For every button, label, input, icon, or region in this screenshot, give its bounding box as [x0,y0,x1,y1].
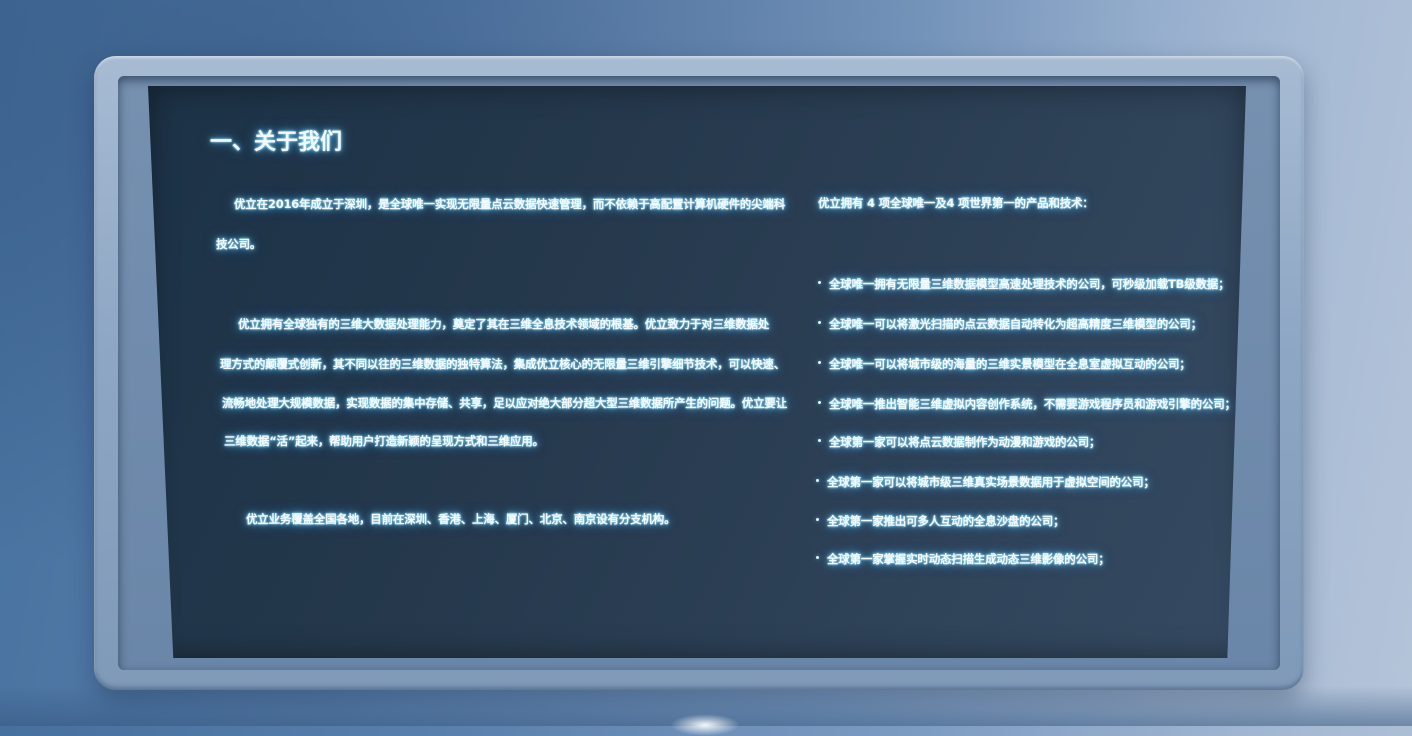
bullet-item: 全球唯一推出智能三维虚拟内容创作系统，不需要游戏程序员和游戏引擎的公司； [818,396,1236,412]
display-screen [148,86,1246,658]
bullet-dot-icon [816,556,819,559]
bullet-item: 全球第一家可以将点云数据制作为动漫和游戏的公司； [818,434,1100,450]
bullet-dot-icon [816,479,819,482]
bullet-text: 全球第一家掌握实时动态扫描生成动态三维影像的公司； [827,552,1110,566]
left-text-line-1: 优立在2016年成立于深圳，是全球唯一实现无限量点云数据快速管理，而不依赖于高配… [234,197,786,211]
left-text-line-5: 流畅地处理大规模数据，实现数据的集中存储、共享，足以应对绝大部分超大型三维数据所… [222,396,787,410]
bullet-dot-icon [818,321,821,324]
left-text-line-3: 优立拥有全球独有的三维大数据处理能力，奠定了其在三维全息技术领域的根基。优立致力… [238,317,770,331]
left-text-line-6: 三维数据“活”起来，帮助用户打造新颖的呈现方式和三维应用。 [224,434,544,448]
bullet-text: 全球唯一可以将激光扫描的点云数据自动转化为超高精度三维模型的公司； [829,317,1202,331]
bullet-item: 全球唯一拥有无限量三维数据模型高速处理技术的公司，可秒级加载TB级数据； [818,276,1230,292]
bullet-item: 全球第一家可以将城市级三维真实场景数据用于虚拟空间的公司； [816,474,1155,490]
bullet-item: 全球第一家掌握实时动态扫描生成动态三维影像的公司； [816,551,1110,567]
bullet-dot-icon [818,439,821,442]
bullet-text: 全球第一家可以将点云数据制作为动漫和游戏的公司； [829,435,1101,449]
bullet-text: 全球唯一拥有无限量三维数据模型高速处理技术的公司，可秒级加载TB级数据； [829,277,1230,291]
bullet-dot-icon [818,401,821,404]
bullet-item: 全球唯一可以将激光扫描的点云数据自动转化为超高精度三维模型的公司； [818,316,1202,332]
bullet-item: 全球唯一可以将城市级的海量的三维实景模型在全息室虚拟互动的公司； [818,356,1191,372]
left-text-line-4: 理方式的颠覆式创新，其不同以往的三维数据的独特算法，集成优立核心的无限量三维引擎… [220,357,785,371]
right-heading: 优立拥有 4 项全球唯一及4 项世界第一的产品和技术： [818,196,1094,210]
left-text-line-2: 技公司。 [216,237,262,251]
board-title: 一、关于我们 [210,130,343,155]
bullet-text: 全球第一家可以将城市级三维真实场景数据用于虚拟空间的公司； [827,475,1155,489]
floor-light [670,714,740,736]
bullet-text: 全球第一家推出可多人互动的全息沙盘的公司； [827,514,1065,528]
bullet-text: 全球唯一可以将城市级的海量的三维实景模型在全息室虚拟互动的公司； [829,357,1191,371]
bullet-dot-icon [818,361,821,364]
bullet-dot-icon [818,281,821,284]
left-text-line-7: 优立业务覆盖全国各地，目前在深圳、香港、上海、厦门、北京、南京设有分支机构。 [246,512,676,526]
bullet-dot-icon [816,518,819,521]
bullet-text: 全球唯一推出智能三维虚拟内容创作系统，不需要游戏程序员和游戏引擎的公司； [829,397,1236,411]
bullet-item: 全球第一家推出可多人互动的全息沙盘的公司； [816,513,1065,529]
